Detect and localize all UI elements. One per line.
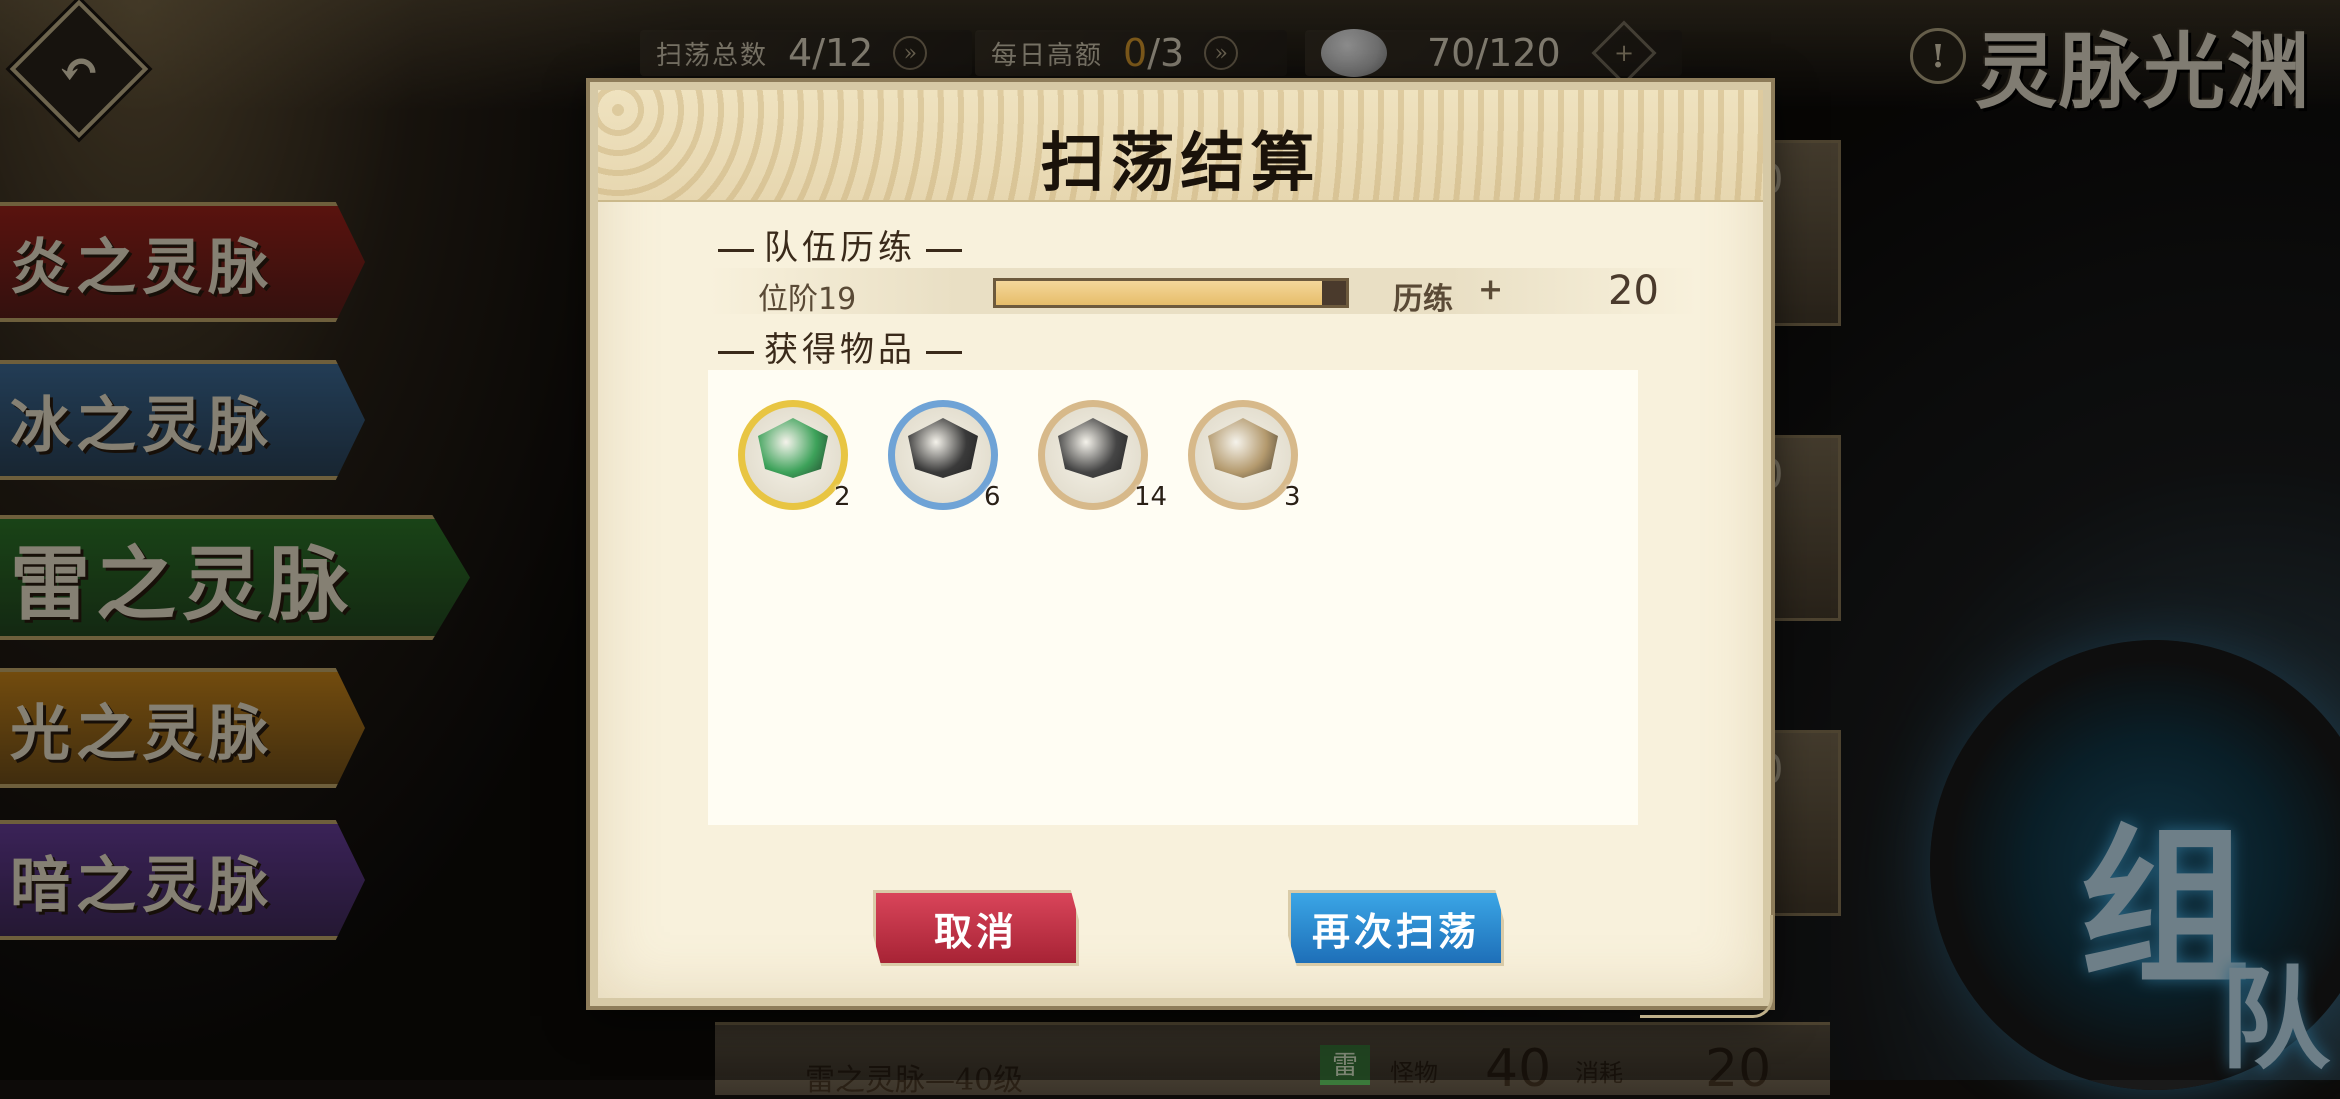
training-plus-icon: + (1478, 272, 1504, 307)
sweep-result-dialog: 扫荡结算 队伍历练 位阶19 历练 + 20 获得物品 2 6 14 3 取消 再次扫… (590, 82, 1773, 1018)
dialog-title: 扫荡结算 (1040, 126, 1321, 201)
reward-item[interactable]: 2 (738, 400, 851, 512)
sweep-again-button[interactable]: 再次扫荡 (1288, 890, 1504, 966)
rank-label: 位阶19 (758, 282, 857, 317)
items-title: 获得物品 (708, 322, 972, 371)
rank-progress-bar (993, 278, 1349, 308)
reward-item[interactable]: 14 (1038, 400, 1167, 512)
team-training-title: 队伍历练 (708, 220, 972, 269)
reward-item-count: 6 (984, 482, 1001, 512)
reward-item-count: 14 (1134, 482, 1168, 512)
corner-decoration (1640, 915, 1773, 1018)
reward-item-count: 2 (834, 482, 851, 512)
rank-progress-fill (996, 281, 1322, 305)
reward-item[interactable]: 3 (1188, 400, 1301, 512)
training-value: 20 (1608, 268, 1659, 314)
rank-row: 位阶19 历练 + 20 (708, 268, 1698, 317)
reward-item[interactable]: 6 (888, 400, 1001, 512)
items-box: 2 6 14 3 (708, 370, 1638, 825)
training-label: 历练 (1393, 282, 1453, 317)
reward-item-count: 3 (1284, 482, 1301, 512)
cancel-button[interactable]: 取消 (873, 890, 1079, 966)
